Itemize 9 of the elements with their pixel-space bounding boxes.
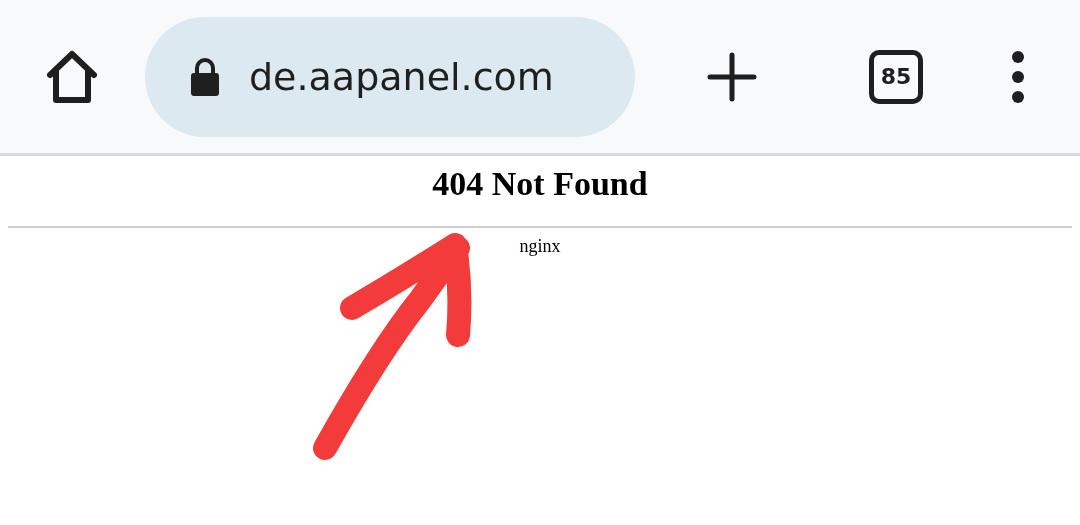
tab-count-button[interactable]: 85 xyxy=(869,49,923,104)
address-bar[interactable]: de.aapanel.com xyxy=(145,16,635,137)
home-icon[interactable] xyxy=(44,48,100,105)
server-name: nginx xyxy=(519,236,561,256)
page-heading: 404 Not Found xyxy=(431,164,649,204)
url-text: de.aapanel.com xyxy=(249,54,554,99)
menu-icon[interactable] xyxy=(1011,49,1025,104)
lock-icon xyxy=(189,56,221,97)
plus-icon[interactable] xyxy=(707,51,757,102)
